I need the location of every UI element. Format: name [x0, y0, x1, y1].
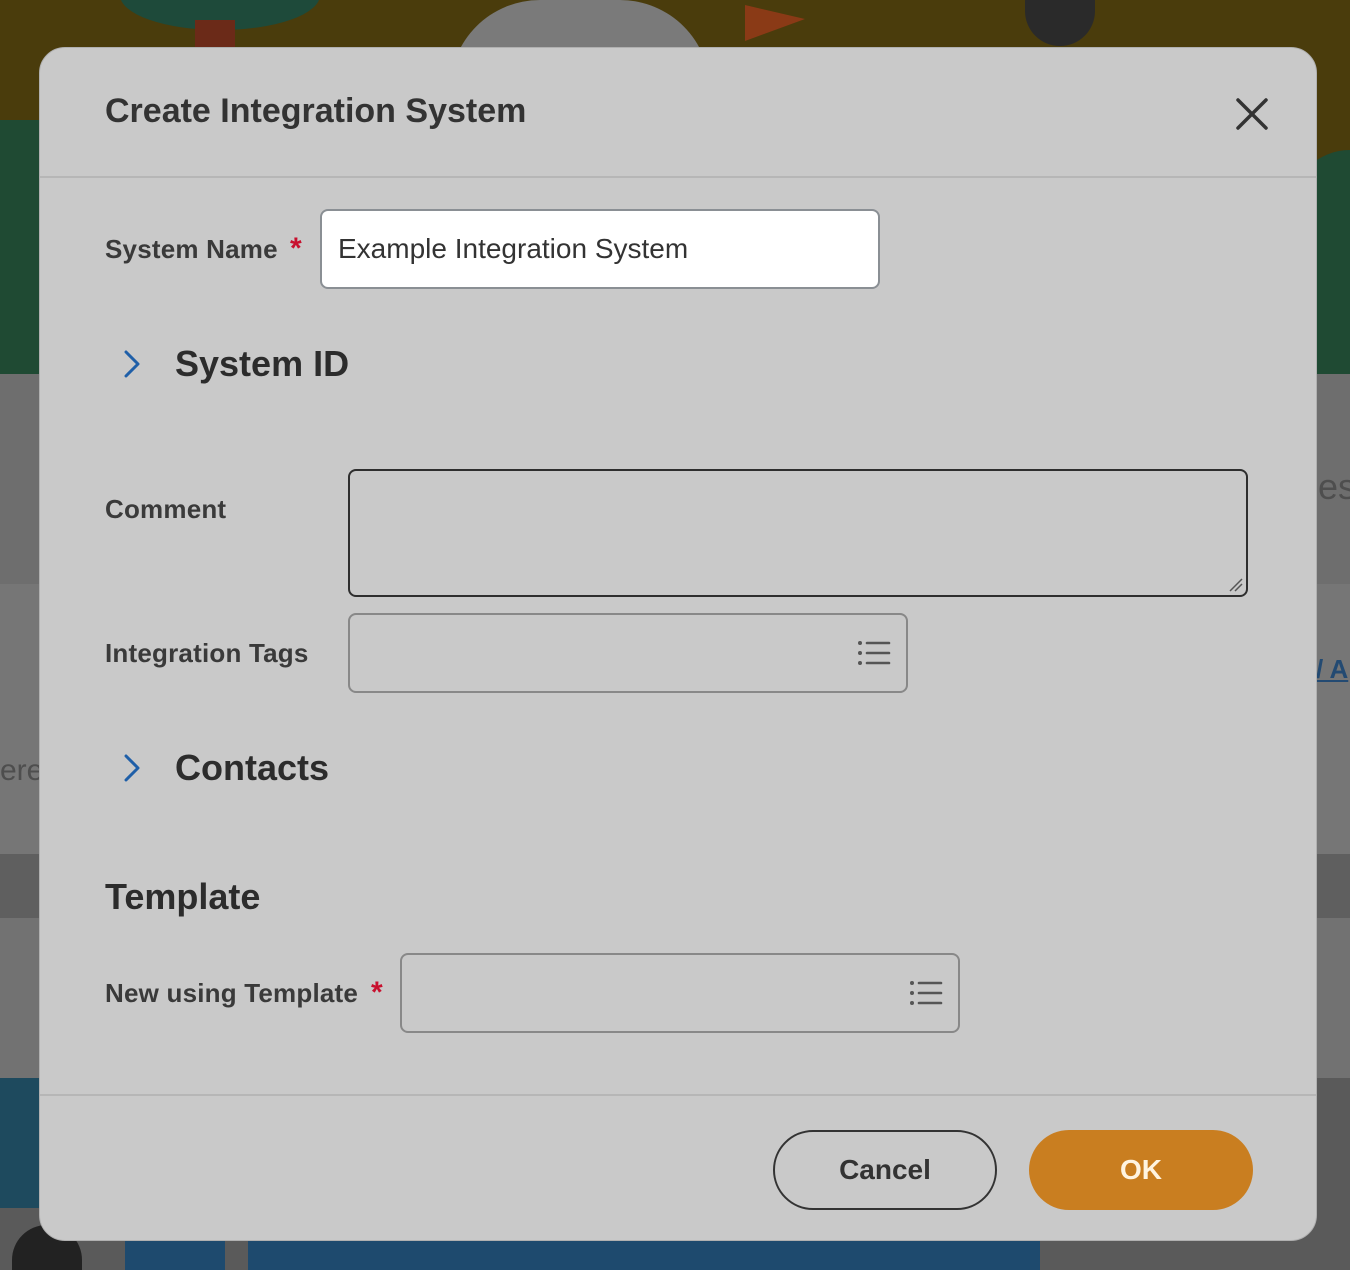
required-indicator: * [371, 976, 383, 1009]
contacts-section-title: Contacts [175, 747, 330, 788]
new-using-template-prompt[interactable] [400, 953, 960, 1033]
chevron-right-icon [124, 350, 140, 378]
resize-handle-icon[interactable] [1228, 577, 1244, 593]
integration-tags-prompt[interactable] [348, 613, 908, 693]
comment-label: Comment [105, 494, 227, 524]
template-heading: Template [105, 876, 261, 917]
new-using-template-label: New using Template [105, 978, 359, 1008]
close-icon [1236, 98, 1268, 130]
background-card [125, 1240, 225, 1270]
contacts-section-toggle[interactable]: Contacts [115, 747, 329, 789]
system-id-section-toggle[interactable]: System ID [115, 343, 349, 385]
system-id-section-title: System ID [175, 343, 350, 384]
background-card [248, 1240, 1040, 1270]
required-indicator: * [290, 232, 302, 265]
background-text-fragment: ere [0, 754, 44, 787]
background-tree-trunk [195, 20, 235, 50]
dialog-title: Create Integration System [105, 92, 527, 130]
system-name-label: System Name [105, 234, 278, 264]
list-icon[interactable] [856, 637, 892, 669]
integration-tags-label: Integration Tags [105, 638, 309, 668]
background-text-fragment: es [1318, 466, 1350, 507]
background-card [0, 1078, 40, 1208]
close-button[interactable] [1230, 92, 1274, 136]
dialog-header: Create Integration System [40, 48, 1316, 178]
dialog-footer: Cancel OK [40, 1094, 1316, 1240]
system-name-input[interactable]: Example Integration System [320, 209, 880, 289]
create-integration-system-dialog: Create Integration System System Name * … [39, 47, 1317, 1241]
comment-textarea[interactable] [348, 469, 1248, 597]
ok-button[interactable]: OK [1029, 1130, 1253, 1210]
chevron-right-icon [124, 754, 140, 782]
background-link-fragment: / A [1316, 654, 1349, 684]
list-icon[interactable] [908, 977, 944, 1009]
background-paper-plane [745, 5, 805, 41]
cancel-button[interactable]: Cancel [773, 1130, 997, 1210]
